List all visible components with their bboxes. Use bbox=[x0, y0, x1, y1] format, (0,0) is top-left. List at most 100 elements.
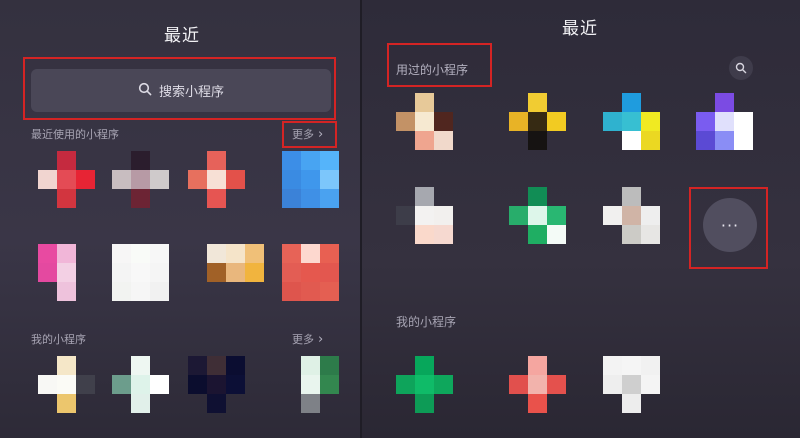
icon-block bbox=[112, 244, 131, 263]
icon-block bbox=[301, 394, 320, 413]
more-label: 更多 bbox=[292, 333, 314, 346]
icon-block bbox=[509, 206, 528, 225]
icon-block bbox=[57, 375, 76, 394]
icon-block bbox=[622, 131, 641, 150]
mini-program-icon[interactable] bbox=[603, 356, 661, 414]
icon-block bbox=[131, 170, 150, 189]
mini-program-icon[interactable] bbox=[188, 356, 246, 414]
mini-program-icon[interactable] bbox=[282, 244, 340, 302]
icon-block bbox=[641, 356, 660, 375]
icon-block bbox=[150, 244, 169, 263]
icon-block bbox=[301, 170, 320, 189]
mini-program-icon[interactable] bbox=[509, 356, 567, 414]
icon-block bbox=[38, 375, 57, 394]
mini-program-icon[interactable] bbox=[396, 356, 454, 414]
more-button-highlight-box bbox=[689, 187, 768, 269]
icon-block bbox=[188, 170, 207, 189]
used-label-highlight-box bbox=[387, 43, 492, 87]
icon-block bbox=[320, 282, 339, 301]
mini-program-icon[interactable] bbox=[396, 93, 454, 151]
icon-block bbox=[320, 151, 339, 170]
mini-program-icon[interactable] bbox=[282, 356, 340, 414]
mini-program-icon[interactable] bbox=[509, 93, 567, 151]
mini-program-icon[interactable] bbox=[396, 187, 454, 245]
icon-block bbox=[131, 282, 150, 301]
icon-block bbox=[282, 244, 301, 263]
icon-block bbox=[207, 375, 226, 394]
mini-program-icon[interactable] bbox=[38, 151, 96, 209]
icon-block bbox=[207, 189, 226, 208]
icon-block bbox=[434, 375, 453, 394]
icon-block bbox=[112, 263, 131, 282]
icon-block bbox=[415, 225, 434, 244]
icon-block bbox=[226, 263, 245, 282]
icon-block bbox=[434, 225, 453, 244]
icon-block bbox=[528, 187, 547, 206]
icon-block bbox=[188, 356, 207, 375]
mini-program-icon[interactable] bbox=[603, 93, 661, 151]
mini-program-icon[interactable] bbox=[696, 93, 754, 151]
icon-block bbox=[131, 394, 150, 413]
my-more-link[interactable]: 更多 › bbox=[292, 331, 323, 347]
icon-block bbox=[38, 170, 57, 189]
mini-program-icon[interactable] bbox=[603, 187, 661, 245]
mini-program-icon[interactable] bbox=[112, 244, 170, 302]
mini-program-icon[interactable] bbox=[38, 244, 96, 302]
icon-block bbox=[226, 170, 245, 189]
mini-program-icon[interactable] bbox=[282, 151, 340, 209]
icon-block bbox=[38, 244, 57, 263]
icon-block bbox=[76, 375, 95, 394]
icon-block bbox=[603, 206, 622, 225]
icon-block bbox=[282, 263, 301, 282]
icon-block bbox=[434, 206, 453, 225]
recent-panel-left: 最近 搜索小程序 最近使用的小程序 更多 › 我的小程序 更多 › bbox=[0, 0, 360, 438]
icon-block bbox=[282, 170, 301, 189]
icon-block bbox=[715, 112, 734, 131]
icon-block bbox=[622, 394, 641, 413]
icon-block bbox=[622, 225, 641, 244]
icon-block bbox=[207, 244, 226, 263]
my-section-label: 我的小程序 bbox=[396, 315, 457, 329]
icon-block bbox=[396, 112, 415, 131]
icon-block bbox=[282, 282, 301, 301]
icon-block bbox=[112, 170, 131, 189]
icon-block bbox=[188, 375, 207, 394]
icon-block bbox=[226, 244, 245, 263]
icon-block bbox=[301, 151, 320, 170]
mini-program-icon[interactable] bbox=[112, 356, 170, 414]
icon-block bbox=[622, 356, 641, 375]
icon-block bbox=[547, 112, 566, 131]
mini-program-icon[interactable] bbox=[112, 151, 170, 209]
icon-block bbox=[528, 131, 547, 150]
mini-program-icon[interactable] bbox=[188, 151, 246, 209]
icon-block bbox=[57, 282, 76, 301]
icon-block bbox=[641, 112, 660, 131]
icon-block bbox=[76, 170, 95, 189]
icon-block bbox=[57, 189, 76, 208]
icon-block bbox=[282, 189, 301, 208]
icon-block bbox=[696, 131, 715, 150]
icon-block bbox=[245, 244, 264, 263]
icon-block bbox=[622, 93, 641, 112]
mini-program-icon[interactable] bbox=[509, 187, 567, 245]
icon-block bbox=[207, 263, 226, 282]
mini-program-icon[interactable] bbox=[38, 356, 96, 414]
icon-block bbox=[528, 206, 547, 225]
icon-block bbox=[415, 206, 434, 225]
icon-block bbox=[320, 189, 339, 208]
icon-block bbox=[415, 131, 434, 150]
icon-block bbox=[320, 375, 339, 394]
icon-block bbox=[301, 375, 320, 394]
icon-block bbox=[320, 356, 339, 375]
icon-block bbox=[57, 263, 76, 282]
icon-block bbox=[528, 93, 547, 112]
icon-block bbox=[150, 263, 169, 282]
mini-program-icon[interactable] bbox=[207, 244, 265, 302]
icon-block bbox=[434, 112, 453, 131]
search-button[interactable] bbox=[729, 56, 753, 80]
icon-block bbox=[301, 282, 320, 301]
icon-block bbox=[734, 131, 753, 150]
search-highlight-box bbox=[23, 57, 336, 120]
icon-block bbox=[528, 112, 547, 131]
icon-block bbox=[57, 151, 76, 170]
